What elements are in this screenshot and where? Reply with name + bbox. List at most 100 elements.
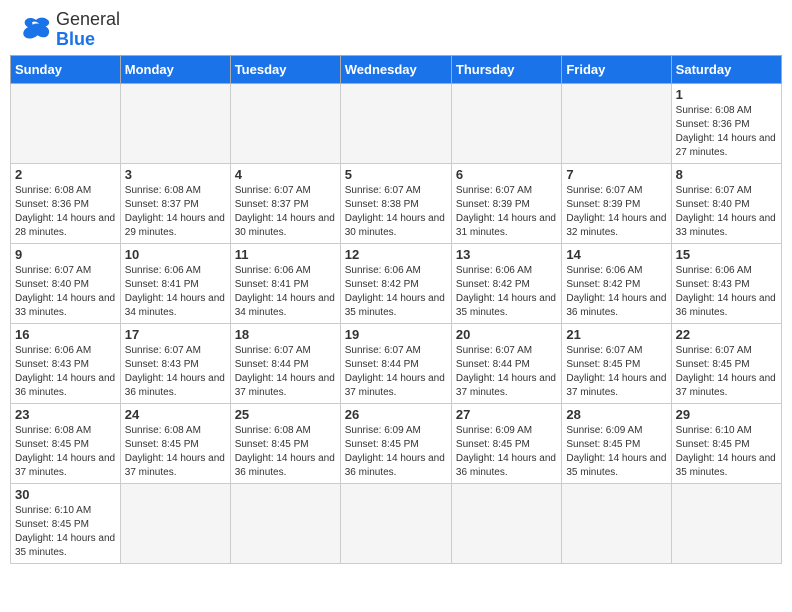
day-number: 3 xyxy=(125,167,226,182)
calendar-cell: 7Sunrise: 6:07 AMSunset: 8:39 PMDaylight… xyxy=(562,163,671,243)
calendar-cell: 6Sunrise: 6:07 AMSunset: 8:39 PMDaylight… xyxy=(451,163,561,243)
day-number: 11 xyxy=(235,247,336,262)
calendar-cell: 1 Sunrise: 6:08 AMSunset: 8:36 PMDaylight… xyxy=(671,83,781,163)
day-info: Sunrise: 6:07 AMSunset: 8:44 PMDaylight:… xyxy=(345,344,447,400)
calendar-week-5: 23 Sunrise: 6:08 AMSunset: 8:45 PMDayligh… xyxy=(11,403,782,483)
day-info: Sunrise: 6:10 AMSunset: 8:45 PMDaylight:… xyxy=(676,424,777,480)
day-info: Sunrise: 6:06 AMSunset: 8:42 PMDaylight:… xyxy=(345,264,447,320)
day-number: 10 xyxy=(125,247,226,262)
day-number: 25 xyxy=(235,407,336,422)
weekday-header-row: SundayMondayTuesdayWednesdayThursdayFrid… xyxy=(11,55,782,83)
calendar-cell xyxy=(11,83,121,163)
calendar-week-6: 30 Sunrise: 6:10 AMSunset: 8:45 PMDayligh… xyxy=(11,483,782,563)
day-number: 26 xyxy=(345,407,447,422)
day-number: 7 xyxy=(566,167,666,182)
header: General Blue xyxy=(0,0,792,55)
day-info: Sunrise: 6:10 AMSunset: 8:45 PMDaylight:… xyxy=(15,504,116,560)
day-info: Sunrise: 6:07 AMSunset: 8:40 PMDaylight:… xyxy=(15,264,116,320)
day-info: Sunrise: 6:06 AMSunset: 8:42 PMDaylight:… xyxy=(566,264,666,320)
weekday-header-saturday: Saturday xyxy=(671,55,781,83)
day-info: Sunrise: 6:07 AMSunset: 8:40 PMDaylight:… xyxy=(676,184,777,240)
calendar-cell: 15Sunrise: 6:06 AMSunset: 8:43 PMDayligh… xyxy=(671,243,781,323)
calendar-cell: 22Sunrise: 6:07 AMSunset: 8:45 PMDayligh… xyxy=(671,323,781,403)
calendar-cell xyxy=(340,83,451,163)
calendar-cell: 26 Sunrise: 6:09 AMSunset: 8:45 PMDayligh… xyxy=(340,403,451,483)
calendar-week-3: 9 Sunrise: 6:07 AMSunset: 8:40 PMDaylight… xyxy=(11,243,782,323)
calendar-cell: 9 Sunrise: 6:07 AMSunset: 8:40 PMDaylight… xyxy=(11,243,121,323)
weekday-header-tuesday: Tuesday xyxy=(230,55,340,83)
day-number: 24 xyxy=(125,407,226,422)
weekday-header-sunday: Sunday xyxy=(11,55,121,83)
day-number: 23 xyxy=(15,407,116,422)
day-info: Sunrise: 6:09 AMSunset: 8:45 PMDaylight:… xyxy=(456,424,557,480)
calendar-cell xyxy=(120,83,230,163)
calendar-cell xyxy=(451,83,561,163)
day-number: 18 xyxy=(235,327,336,342)
calendar-cell xyxy=(230,83,340,163)
weekday-header-friday: Friday xyxy=(562,55,671,83)
calendar-cell: 12 Sunrise: 6:06 AMSunset: 8:42 PMDayligh… xyxy=(340,243,451,323)
day-info: Sunrise: 6:08 AMSunset: 8:45 PMDaylight:… xyxy=(125,424,226,480)
calendar-cell: 28Sunrise: 6:09 AMSunset: 8:45 PMDayligh… xyxy=(562,403,671,483)
day-info: Sunrise: 6:07 AMSunset: 8:44 PMDaylight:… xyxy=(456,344,557,400)
weekday-header-thursday: Thursday xyxy=(451,55,561,83)
day-info: Sunrise: 6:06 AMSunset: 8:43 PMDaylight:… xyxy=(15,344,116,400)
day-number: 1 xyxy=(676,87,777,102)
day-info: Sunrise: 6:08 AMSunset: 8:45 PMDaylight:… xyxy=(15,424,116,480)
day-number: 19 xyxy=(345,327,447,342)
day-number: 22 xyxy=(676,327,777,342)
calendar-cell xyxy=(562,483,671,563)
day-info: Sunrise: 6:08 AMSunset: 8:36 PMDaylight:… xyxy=(15,184,116,240)
day-info: Sunrise: 6:07 AMSunset: 8:44 PMDaylight:… xyxy=(235,344,336,400)
day-info: Sunrise: 6:07 AMSunset: 8:45 PMDaylight:… xyxy=(566,344,666,400)
calendar-cell: 19 Sunrise: 6:07 AMSunset: 8:44 PMDayligh… xyxy=(340,323,451,403)
day-info: Sunrise: 6:06 AMSunset: 8:41 PMDaylight:… xyxy=(125,264,226,320)
logo: General Blue xyxy=(20,10,120,50)
day-info: Sunrise: 6:06 AMSunset: 8:42 PMDaylight:… xyxy=(456,264,557,320)
day-info: Sunrise: 6:07 AMSunset: 8:38 PMDaylight:… xyxy=(345,184,447,240)
calendar-cell xyxy=(230,483,340,563)
day-number: 12 xyxy=(345,247,447,262)
weekday-header-monday: Monday xyxy=(120,55,230,83)
calendar-cell xyxy=(451,483,561,563)
calendar-cell: 11 Sunrise: 6:06 AMSunset: 8:41 PMDayligh… xyxy=(230,243,340,323)
calendar-cell: 16Sunrise: 6:06 AMSunset: 8:43 PMDayligh… xyxy=(11,323,121,403)
day-info: Sunrise: 6:08 AMSunset: 8:37 PMDaylight:… xyxy=(125,184,226,240)
calendar-cell: 2 Sunrise: 6:08 AMSunset: 8:36 PMDaylight… xyxy=(11,163,121,243)
day-info: Sunrise: 6:09 AMSunset: 8:45 PMDaylight:… xyxy=(345,424,447,480)
day-number: 14 xyxy=(566,247,666,262)
day-info: Sunrise: 6:07 AMSunset: 8:37 PMDaylight:… xyxy=(235,184,336,240)
calendar-cell xyxy=(671,483,781,563)
day-number: 20 xyxy=(456,327,557,342)
calendar-cell: 3 Sunrise: 6:08 AMSunset: 8:37 PMDaylight… xyxy=(120,163,230,243)
day-number: 30 xyxy=(15,487,116,502)
calendar-cell xyxy=(562,83,671,163)
calendar-cell: 25Sunrise: 6:08 AMSunset: 8:45 PMDayligh… xyxy=(230,403,340,483)
calendar-cell: 20 Sunrise: 6:07 AMSunset: 8:44 PMDayligh… xyxy=(451,323,561,403)
day-number: 2 xyxy=(15,167,116,182)
calendar-week-1: 1 Sunrise: 6:08 AMSunset: 8:36 PMDaylight… xyxy=(11,83,782,163)
day-info: Sunrise: 6:07 AMSunset: 8:43 PMDaylight:… xyxy=(125,344,226,400)
calendar-cell: 14 Sunrise: 6:06 AMSunset: 8:42 PMDayligh… xyxy=(562,243,671,323)
calendar-cell: 23 Sunrise: 6:08 AMSunset: 8:45 PMDayligh… xyxy=(11,403,121,483)
calendar-cell: 18 Sunrise: 6:07 AMSunset: 8:44 PMDayligh… xyxy=(230,323,340,403)
day-number: 5 xyxy=(345,167,447,182)
day-info: Sunrise: 6:06 AMSunset: 8:41 PMDaylight:… xyxy=(235,264,336,320)
day-number: 15 xyxy=(676,247,777,262)
weekday-header-wednesday: Wednesday xyxy=(340,55,451,83)
day-info: Sunrise: 6:09 AMSunset: 8:45 PMDaylight:… xyxy=(566,424,666,480)
day-number: 17 xyxy=(125,327,226,342)
calendar-cell: 29Sunrise: 6:10 AMSunset: 8:45 PMDayligh… xyxy=(671,403,781,483)
calendar-cell: 10 Sunrise: 6:06 AMSunset: 8:41 PMDayligh… xyxy=(120,243,230,323)
calendar-cell: 17 Sunrise: 6:07 AMSunset: 8:43 PMDayligh… xyxy=(120,323,230,403)
calendar-cell xyxy=(340,483,451,563)
calendar-cell: 27 Sunrise: 6:09 AMSunset: 8:45 PMDayligh… xyxy=(451,403,561,483)
calendar-cell: 13Sunrise: 6:06 AMSunset: 8:42 PMDayligh… xyxy=(451,243,561,323)
day-info: Sunrise: 6:08 AMSunset: 8:36 PMDaylight:… xyxy=(676,104,777,160)
calendar-cell: 5 Sunrise: 6:07 AMSunset: 8:38 PMDaylight… xyxy=(340,163,451,243)
day-number: 27 xyxy=(456,407,557,422)
day-number: 9 xyxy=(15,247,116,262)
calendar-week-2: 2 Sunrise: 6:08 AMSunset: 8:36 PMDaylight… xyxy=(11,163,782,243)
calendar-cell: 8Sunrise: 6:07 AMSunset: 8:40 PMDaylight… xyxy=(671,163,781,243)
day-number: 6 xyxy=(456,167,557,182)
